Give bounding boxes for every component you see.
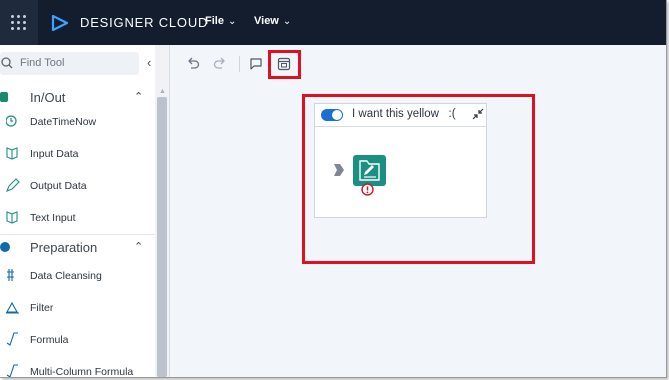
tool-label: Input Data: [30, 148, 79, 160]
chevron-down-icon: ⌄: [227, 16, 237, 27]
tool-output-data[interactable]: Output Data: [0, 176, 155, 198]
tool-data-cleansing[interactable]: Data Cleansing: [0, 266, 155, 288]
app-grid-icon[interactable]: [0, 0, 38, 45]
tool-palette: ‹ In/Out ⌃ DateTimeNow Input Data Output…: [0, 45, 170, 377]
tool-multi-column-formula[interactable]: Multi-Column Formula: [0, 362, 155, 378]
tool-label: Text Input: [30, 212, 76, 224]
tool-input-data[interactable]: Input Data: [0, 144, 155, 166]
section-label: Preparation: [30, 240, 98, 255]
app-name: DESIGNER CLOUD: [80, 15, 209, 30]
find-tool-search: [0, 52, 139, 75]
filter-icon: [6, 301, 19, 314]
tool-filter[interactable]: Filter: [0, 298, 155, 320]
redo-icon[interactable]: [213, 57, 227, 71]
file-menu[interactable]: File ⌄: [205, 15, 236, 27]
app-window: DESIGNER CLOUD File⌄ View⌄ ‹ In/Out ⌃ Da…: [0, 0, 667, 378]
view-menu[interactable]: View ⌄: [254, 15, 291, 27]
comment-icon[interactable]: [249, 57, 263, 71]
in-out-category-icon: [0, 92, 8, 102]
chevron-down-icon: ⌄: [282, 16, 292, 27]
tool-label: DateTimeNow: [30, 116, 97, 128]
scroll-up-icon[interactable]: ▲: [159, 88, 166, 95]
search-icon: [1, 57, 13, 69]
section-in-out[interactable]: In/Out ⌃: [0, 87, 155, 109]
top-bar: DESIGNER CLOUD File ⌄ View ⌄: [0, 0, 666, 45]
tool-label: Filter: [30, 302, 54, 314]
tool-label: Formula: [30, 334, 69, 346]
sidebar-scroll-thumb[interactable]: [157, 97, 167, 377]
cleansing-icon: [7, 269, 14, 281]
tool-label: Data Cleansing: [30, 270, 102, 282]
clock-icon: [6, 115, 17, 127]
pencil-icon: [6, 178, 20, 192]
formula-icon: [6, 332, 18, 346]
collapse-sidebar-icon[interactable]: ‹: [147, 55, 151, 70]
container-highlight: [302, 94, 535, 264]
section-divider: [0, 234, 155, 235]
toolbar-divider: [239, 56, 240, 72]
tool-formula[interactable]: Formula: [0, 330, 155, 352]
chevron-up-icon: ⌃: [134, 241, 144, 253]
undo-icon[interactable]: [186, 57, 200, 71]
tool-label: Output Data: [30, 180, 87, 192]
chevron-up-icon: ⌃: [134, 91, 144, 103]
find-tool-input[interactable]: [20, 55, 132, 71]
section-preparation[interactable]: Preparation ⌃: [0, 237, 155, 259]
logo-icon: [51, 15, 69, 31]
file-menu-label: File: [205, 15, 224, 27]
book-icon: [6, 147, 18, 160]
book-icon: [6, 211, 18, 224]
preparation-category-icon: [0, 242, 10, 252]
formula-icon: [6, 364, 18, 377]
tool-text-input[interactable]: Text Input: [0, 208, 155, 230]
tool-datetimenow[interactable]: DateTimeNow: [0, 112, 155, 134]
section-label: In/Out: [30, 90, 66, 105]
container-button-highlight: [268, 50, 301, 79]
view-menu-label: View: [254, 15, 279, 27]
tool-label: Multi-Column Formula: [30, 366, 134, 378]
